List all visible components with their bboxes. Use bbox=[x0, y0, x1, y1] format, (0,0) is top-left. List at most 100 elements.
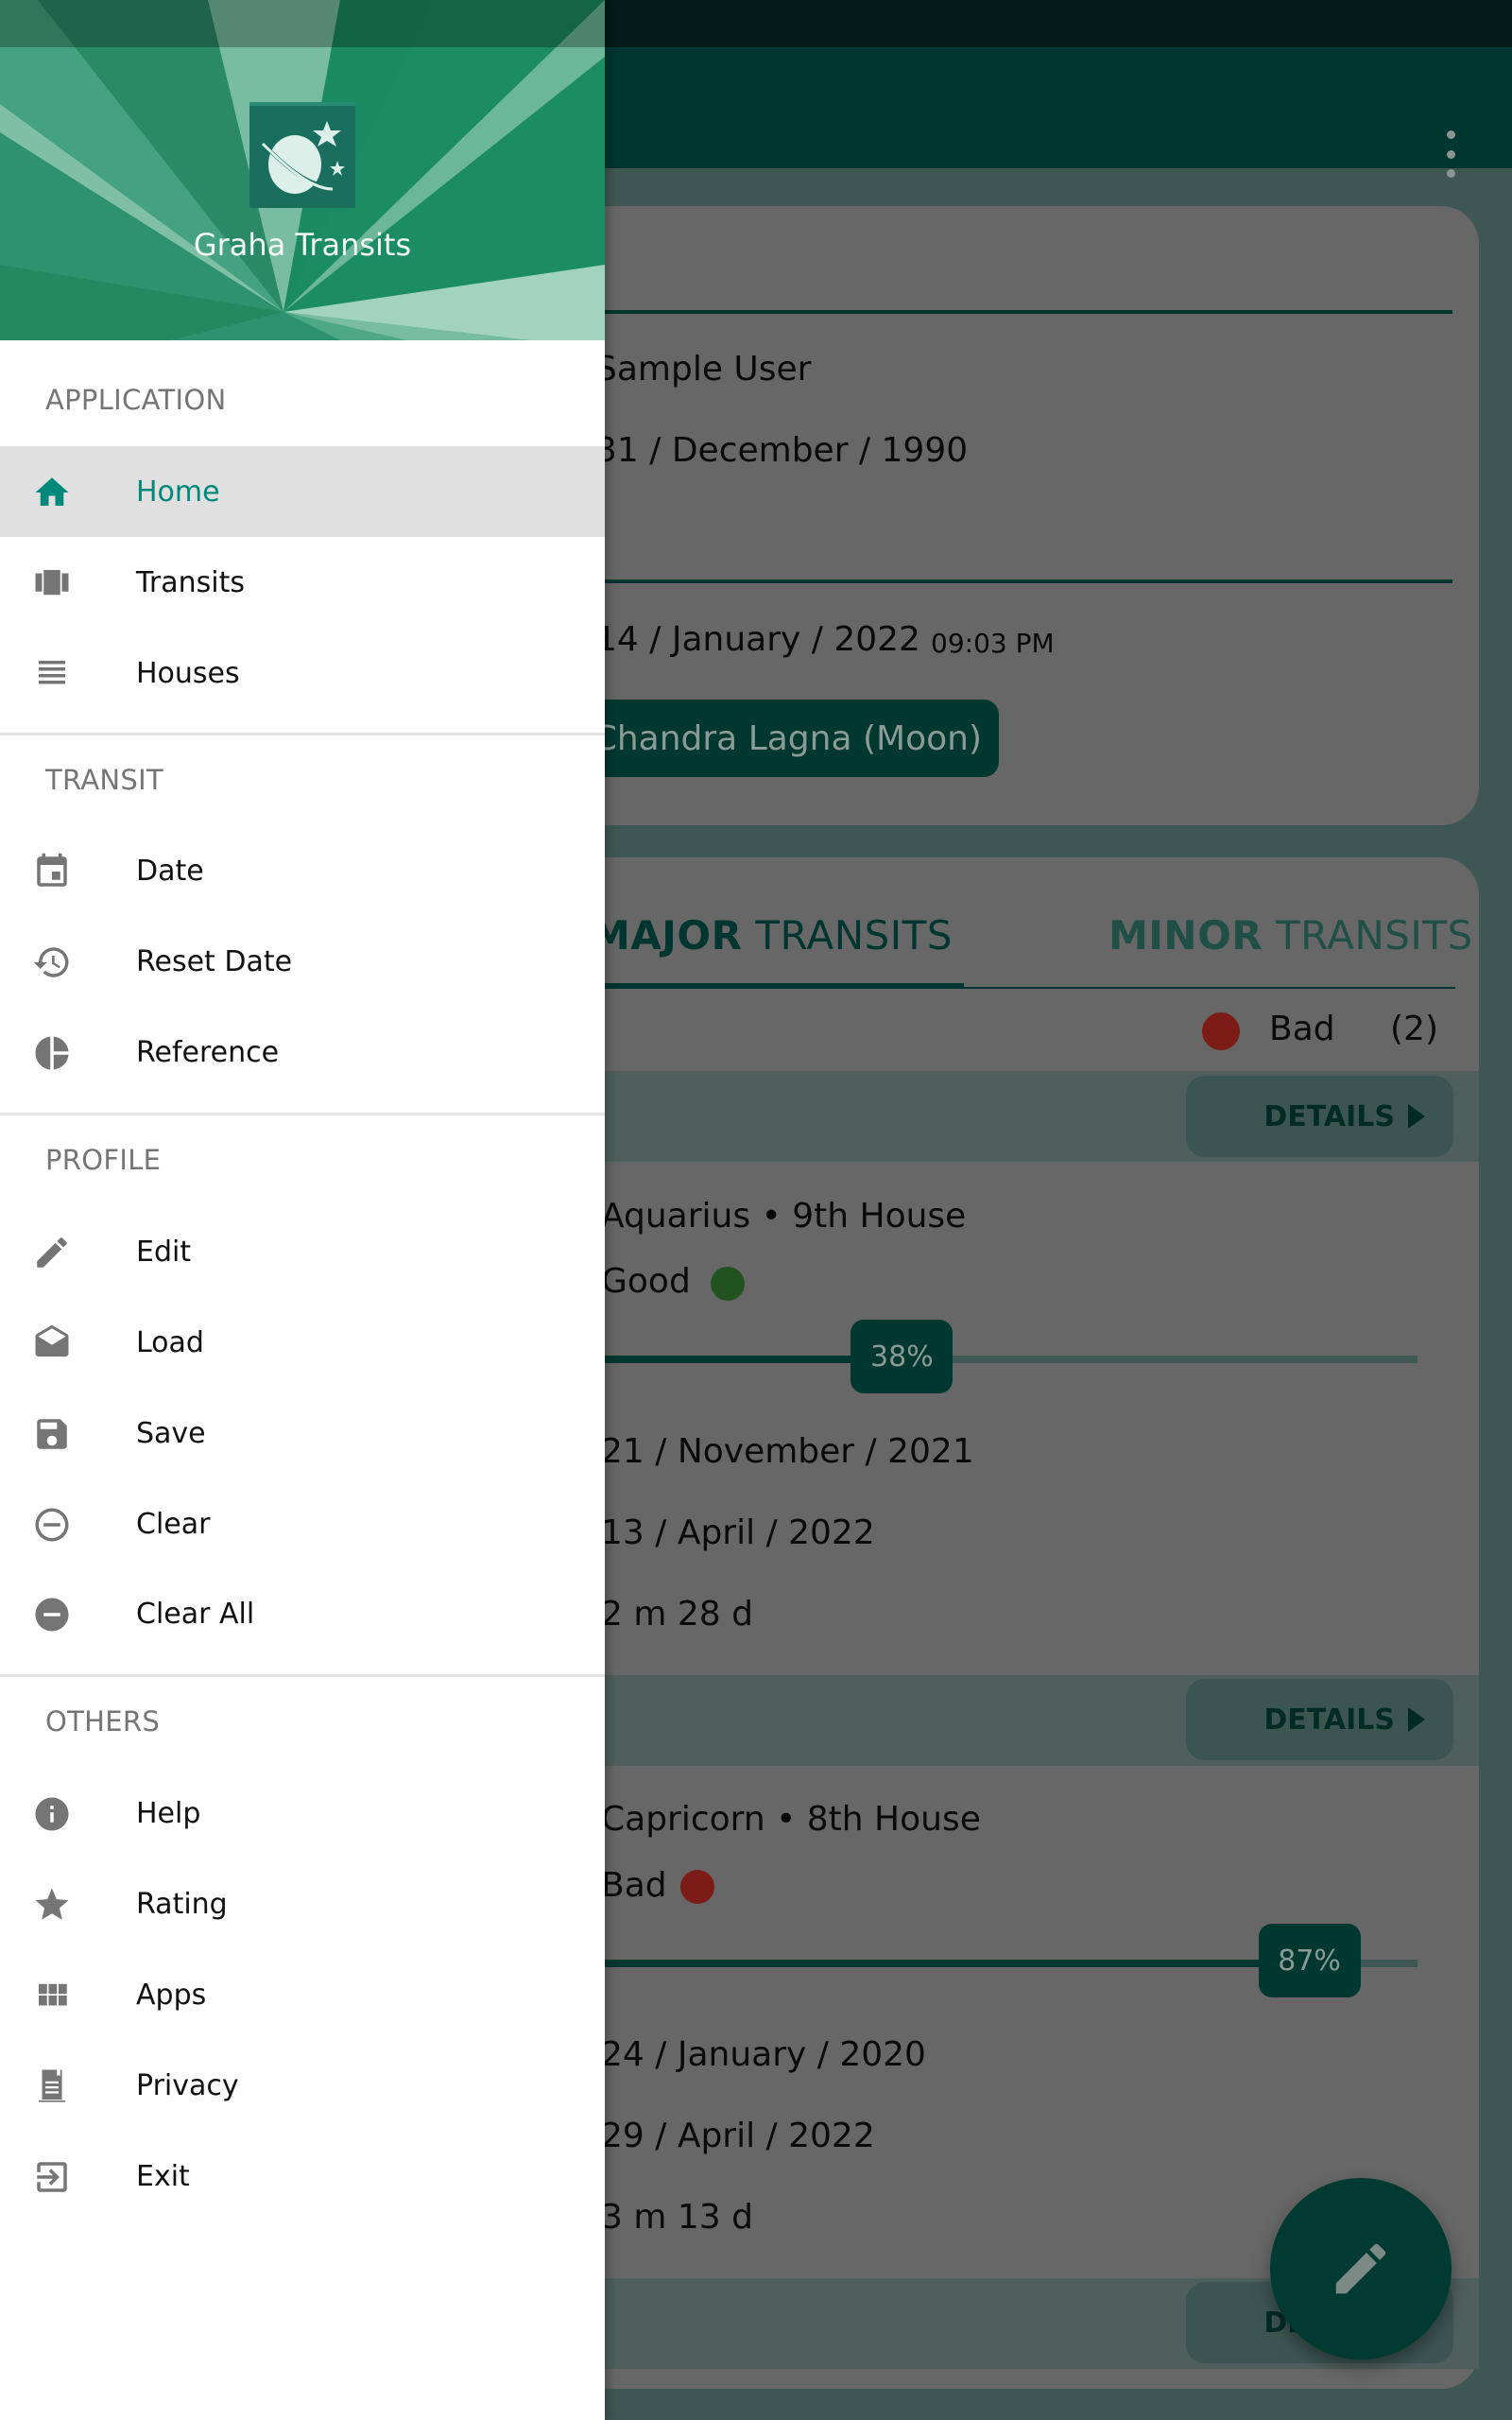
tab-indicator bbox=[586, 983, 964, 989]
drawer-item-rating[interactable]: Rating bbox=[0, 1858, 605, 1949]
drawer-item-label: Reset Date bbox=[136, 944, 293, 978]
drawer-header: Graha Transits bbox=[0, 0, 605, 340]
section-divider bbox=[0, 1674, 605, 1677]
progress-thumb: 87% bbox=[1258, 1924, 1361, 1997]
overflow-menu-icon[interactable] bbox=[1436, 130, 1465, 178]
apps-grid-icon bbox=[32, 1976, 72, 2015]
home-icon bbox=[32, 473, 72, 512]
tab-label-bold: MINOR bbox=[1108, 912, 1263, 959]
drawer-item-label: Rating bbox=[136, 1887, 228, 1921]
reference-chip[interactable]: Chandra Lagna (Moon) bbox=[586, 700, 999, 777]
transit-status: Good bbox=[601, 1262, 691, 1301]
play-arrow-icon bbox=[1408, 1707, 1425, 1732]
transit-time: 09:03 PM bbox=[931, 628, 1055, 659]
exit-icon bbox=[32, 2157, 72, 2197]
drawer-item-label: Help bbox=[136, 1796, 201, 1830]
drawer-item-label: Edit bbox=[136, 1235, 192, 1269]
calendar-icon bbox=[32, 852, 72, 891]
section-label-transit: TRANSIT bbox=[45, 764, 163, 796]
summary-status: Bad bbox=[1269, 1010, 1335, 1048]
drawer-item-houses[interactable]: Houses bbox=[0, 628, 605, 718]
star-icon bbox=[32, 1885, 72, 1925]
drawer-item-label: Exit bbox=[136, 2159, 190, 2193]
section-divider bbox=[0, 1113, 605, 1115]
drawer-item-help[interactable]: Help bbox=[0, 1768, 605, 1858]
drawer-item-save[interactable]: Save bbox=[0, 1388, 605, 1478]
tab-major-transits[interactable]: MAJOR TRANSITS bbox=[591, 912, 953, 959]
drawer-item-label: Load bbox=[136, 1325, 204, 1359]
drawer-item-load[interactable]: Load bbox=[0, 1297, 605, 1388]
transit-end-date: 13 / April / 2022 bbox=[601, 1513, 875, 1552]
history-icon bbox=[32, 942, 72, 982]
minus-circle-outline-icon bbox=[32, 1505, 72, 1545]
drawer-item-clear-all[interactable]: Clear All bbox=[0, 1568, 605, 1659]
view-carousel-icon bbox=[32, 563, 72, 603]
pie-chart-icon bbox=[32, 1033, 72, 1073]
drawer-item-label: Privacy bbox=[136, 2068, 239, 2102]
play-arrow-icon bbox=[1408, 1104, 1425, 1129]
drawer-item-label: Apps bbox=[136, 1978, 207, 2012]
profile-name: Sample User bbox=[595, 350, 812, 389]
edit-fab[interactable] bbox=[1270, 2178, 1452, 2360]
drawer-item-transits[interactable]: Transits bbox=[0, 537, 605, 628]
transit-start-date: 21 / November / 2021 bbox=[601, 1432, 974, 1471]
transit-date: 14 / January / 2022 bbox=[595, 620, 920, 659]
good-status-dot bbox=[711, 1267, 745, 1301]
tab-label-rest: TRANSITS bbox=[742, 912, 953, 959]
progress-thumb: 38% bbox=[850, 1320, 954, 1393]
minus-circle-filled-icon bbox=[32, 1595, 72, 1634]
drawer-item-label: Transits bbox=[136, 565, 246, 599]
birth-date: 31 / December / 1990 bbox=[595, 431, 969, 470]
drawer-item-label: Home bbox=[136, 475, 220, 509]
bad-status-dot bbox=[680, 1870, 714, 1904]
info-icon bbox=[32, 1794, 72, 1834]
transit-end-date: 29 / April / 2022 bbox=[601, 2117, 875, 2155]
drawer-item-home[interactable]: Home bbox=[0, 446, 605, 537]
transit-remaining: 3 m 13 d bbox=[601, 2198, 753, 2237]
drawer-item-clear[interactable]: Clear bbox=[0, 1478, 605, 1569]
drawer-item-label: Save bbox=[136, 1416, 206, 1450]
section-label-others: OTHERS bbox=[45, 1705, 161, 1737]
navigation-drawer: Graha Transits APPLICATION Home Transits… bbox=[0, 0, 605, 2420]
transit-remaining: 2 m 28 d bbox=[601, 1595, 753, 1634]
drawer-item-exit[interactable]: Exit bbox=[0, 2131, 605, 2221]
transit-sign-house: Aquarius • 9th House bbox=[601, 1197, 967, 1236]
status-bar-overlay bbox=[0, 0, 605, 47]
pencil-icon bbox=[1335, 2243, 1386, 2294]
drawer-item-reset-date[interactable]: Reset Date bbox=[0, 916, 605, 1007]
transit-start-date: 24 / January / 2020 bbox=[601, 2035, 926, 2074]
section-label-application: APPLICATION bbox=[45, 384, 227, 416]
summary-count: (2) bbox=[1390, 1010, 1438, 1048]
open-mail-icon bbox=[32, 1323, 72, 1363]
floppy-disk-icon bbox=[32, 1414, 72, 1454]
transit-progress: 38% bbox=[586, 1320, 1418, 1393]
details-label: DETAILS bbox=[1263, 1099, 1395, 1133]
drawer-item-label: Reference bbox=[136, 1035, 280, 1069]
drawer-item-reference[interactable]: Reference bbox=[0, 1007, 605, 1098]
transit-sign-house: Capricorn • 8th House bbox=[601, 1800, 981, 1839]
details-button[interactable]: DETAILS bbox=[1186, 1679, 1453, 1760]
drawer-item-date[interactable]: Date bbox=[0, 825, 605, 916]
app-title: Graha Transits bbox=[193, 227, 412, 263]
list-lines-icon bbox=[32, 654, 72, 694]
drawer-item-edit[interactable]: Edit bbox=[0, 1206, 605, 1297]
bad-status-dot bbox=[1202, 1012, 1240, 1050]
details-button[interactable]: DETAILS bbox=[1186, 1076, 1453, 1157]
drawer-item-privacy[interactable]: Privacy bbox=[0, 2040, 605, 2131]
drawer-item-label: Date bbox=[136, 854, 204, 888]
pencil-icon bbox=[32, 1233, 72, 1272]
section-divider bbox=[0, 733, 605, 735]
planet-stars-icon bbox=[249, 102, 355, 208]
section-label-profile: PROFILE bbox=[45, 1144, 162, 1176]
tab-label-bold: MAJOR bbox=[591, 912, 743, 959]
divider bbox=[567, 310, 1452, 314]
drawer-item-label: Clear All bbox=[136, 1597, 255, 1631]
divider bbox=[567, 579, 1452, 583]
document-bookmark-icon bbox=[32, 2066, 72, 2106]
tab-label-rest: TRANSITS bbox=[1263, 912, 1473, 959]
progress-fill bbox=[586, 1960, 1310, 1967]
details-label: DETAILS bbox=[1263, 1703, 1395, 1737]
drawer-item-apps[interactable]: Apps bbox=[0, 1949, 605, 2040]
drawer-item-label: Clear bbox=[136, 1507, 211, 1541]
tab-minor-transits[interactable]: MINOR TRANSITS bbox=[1108, 912, 1473, 959]
